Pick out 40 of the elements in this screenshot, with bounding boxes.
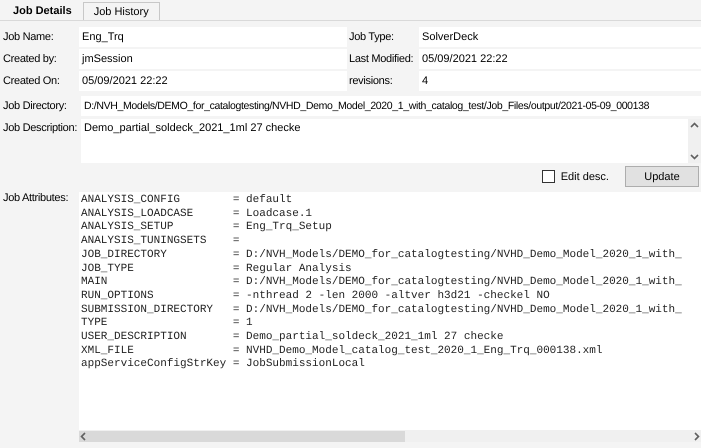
attribute-line: TYPE = 1 (81, 317, 254, 331)
field-value: D:/NVH_Models/DEMO_for_catalogtesting/NVHD_Demo_Model_2020_1_with_catalog_test/Job_Files/output/2021-05-09_000138 (81, 96, 701, 116)
field-value: Eng_Trq (79, 27, 347, 47)
field-value: 05/09/2021 22:22 (79, 71, 347, 91)
field-label: Job Directory: (3, 99, 68, 114)
field-label: Last Modified: (349, 52, 414, 67)
edit-desc-checkbox[interactable]: Edit desc. (542, 170, 609, 183)
field-label: Job Type: (349, 30, 395, 45)
attribute-line: appServiceConfigStrKey = JobSubmissionLocal (81, 358, 366, 372)
update-button[interactable]: Update (625, 166, 699, 187)
description-field[interactable]: Demo_partial_soldeck_2021_1ml 27 checke (81, 119, 701, 163)
tab[interactable]: Job History (82, 2, 160, 20)
attribute-line: XML_FILE = NVHD_Demo_Model_catalog_test_2020_1_Eng_Trq_000138.xml (81, 344, 604, 358)
attribute-line: JOB_TYPE = Regular Analysis (81, 262, 353, 276)
horizontal-scrollbar[interactable] (79, 430, 701, 442)
field-value: jmSession (79, 49, 347, 69)
field-label: Job Attributes: (3, 192, 70, 206)
field-label: revisions: (349, 74, 394, 89)
field-label: Job Name: (3, 30, 54, 45)
scroll-up-icon[interactable] (690, 121, 699, 130)
attribute-line: RUN_OPTIONS = -nthread 2 -len 2000 -altver h3d21 -checkel NO (81, 290, 551, 304)
field-value: 4 (419, 71, 701, 91)
attribute-line: USER_DESCRIPTION = Demo_partial_soldeck_2021_1ml 27 checke (81, 331, 504, 345)
field-label: Created by: (3, 52, 58, 67)
attribute-line: ANALYSIS_TUNINGSETS = (81, 235, 240, 249)
field-label: Created On: (3, 74, 61, 89)
vertical-scrollbar[interactable] (688, 119, 701, 163)
scroll-down-icon[interactable] (690, 152, 699, 161)
attribute-line: ANALYSIS_CONFIG = default (81, 194, 294, 208)
field-value: 05/09/2021 22:22 (419, 49, 701, 69)
attribute-line: JOB_DIRECTORY = D:/NVH_Models/DEMO_for_catalogtesting/NVHD_Demo_Model_2020_1_with_ (81, 248, 683, 263)
field-label: Job Description: (3, 121, 78, 136)
attributes-text-area[interactable] (79, 192, 701, 442)
field-value: SolverDeck (419, 27, 701, 47)
scroll-right-icon[interactable] (692, 432, 701, 440)
attribute-line: ANALYSIS_SETUP = Eng_Trq_Setup (81, 221, 333, 236)
attribute-line: SUBMISSION_DIRECTORY = D:/NVH_Models/DEMO_for_catalogtesting/NVHD_Demo_Model_2020_1_with_ (81, 304, 683, 318)
attribute-line: ANALYSIS_LOADCASE = Loadcase.1 (81, 208, 314, 222)
attribute-line: MAIN = D:/NVH_Models/DEMO_for_catalogtesting/NVHD_Demo_Model_2020_1_with_ (81, 276, 683, 290)
scroll-left-icon[interactable] (79, 432, 88, 440)
